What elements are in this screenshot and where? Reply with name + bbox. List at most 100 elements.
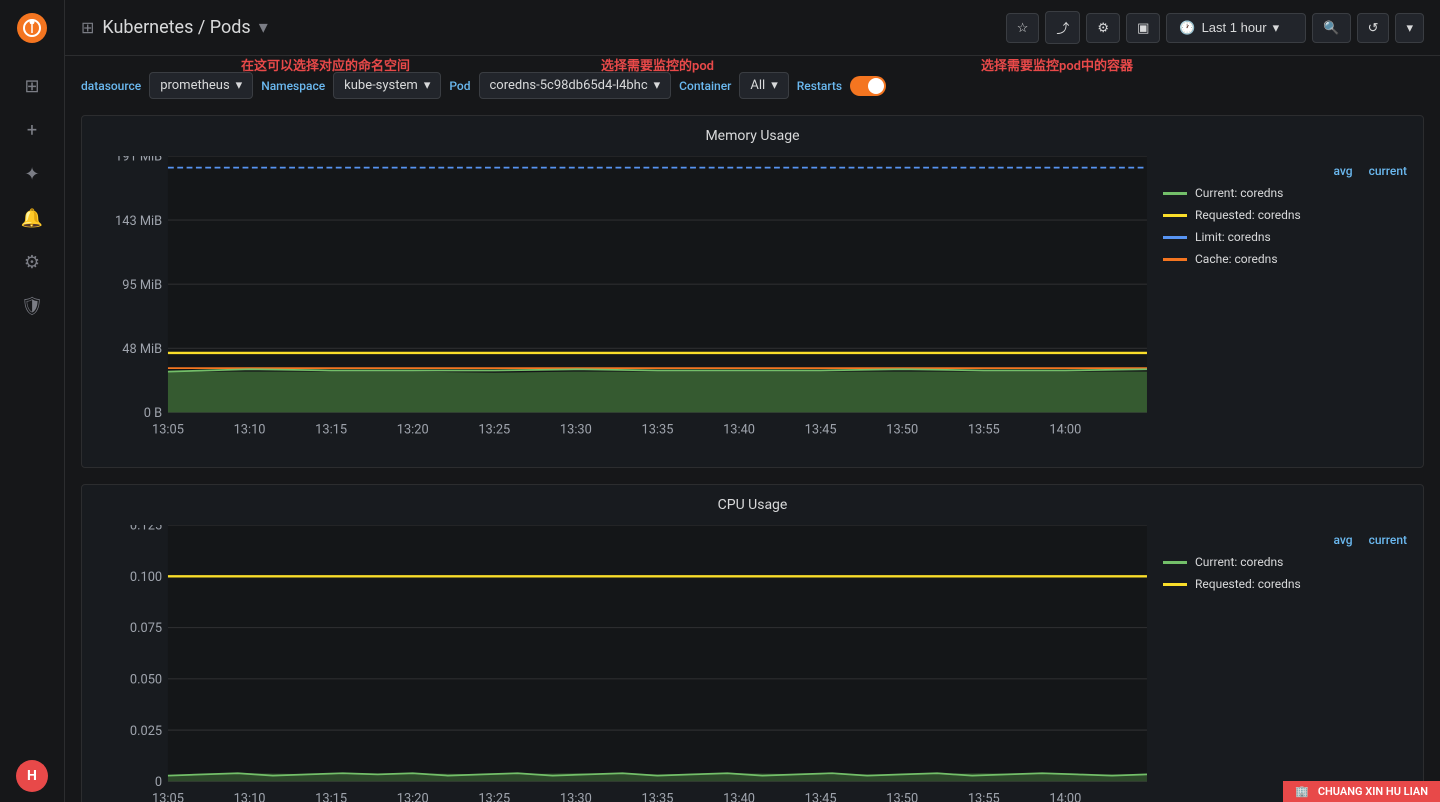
watermark-logo: 🏢 [1295, 785, 1309, 798]
svg-text:13:35: 13:35 [642, 792, 674, 802]
memory-legend-line-3 [1163, 258, 1187, 261]
sidebar-item-explore[interactable]: ✦ [12, 154, 52, 194]
svg-text:0.025: 0.025 [130, 724, 162, 739]
memory-avg-header: avg [1334, 164, 1353, 178]
settings-button[interactable]: ⚙ [1086, 13, 1120, 43]
sidebar: ⊞ + ✦ 🔔 ⚙ 🛡 H [0, 0, 65, 802]
cpu-legend-item-0[interactable]: Current: coredns [1163, 555, 1407, 569]
container-label: Container [679, 79, 731, 93]
svg-text:13:45: 13:45 [805, 422, 837, 437]
svg-text:13:10: 13:10 [234, 792, 266, 802]
container-dropdown[interactable]: All ▾ [739, 72, 788, 99]
sidebar-item-add[interactable]: + [12, 110, 52, 150]
restarts-toggle[interactable] [850, 76, 886, 96]
svg-text:13:55: 13:55 [968, 792, 1000, 802]
pod-dropdown[interactable]: coredns-5c98db65d4-l4bhc ▾ [479, 72, 672, 99]
memory-fill-area [168, 372, 1147, 413]
refresh-dropdown-button[interactable]: ▾ [1395, 13, 1424, 43]
cpu-legend-label-1: Requested: coredns [1195, 577, 1301, 591]
svg-text:13:15: 13:15 [315, 422, 347, 437]
svg-text:191 MiB: 191 MiB [115, 156, 162, 165]
svg-text:13:10: 13:10 [234, 422, 266, 437]
sidebar-item-dashboard[interactable]: ⊞ [12, 66, 52, 106]
namespace-value: kube-system [344, 78, 418, 93]
cpu-legend-label-0: Current: coredns [1195, 555, 1283, 569]
svg-text:14:00: 14:00 [1049, 792, 1081, 802]
datasource-value: prometheus [160, 78, 229, 93]
memory-legend-item-3[interactable]: Cache: coredns [1163, 252, 1407, 266]
main-content: datasource prometheus ▾ Namespace kube-s… [65, 56, 1440, 802]
svg-text:13:50: 13:50 [886, 792, 918, 802]
svg-text:0.050: 0.050 [130, 673, 162, 688]
svg-text:13:55: 13:55 [968, 422, 1000, 437]
svg-text:0.125: 0.125 [130, 525, 162, 534]
memory-legend-item-0[interactable]: Current: coredns [1163, 186, 1407, 200]
memory-legend-item-1[interactable]: Requested: coredns [1163, 208, 1407, 222]
memory-legend-item-2[interactable]: Limit: coredns [1163, 230, 1407, 244]
svg-text:13:20: 13:20 [397, 422, 429, 437]
cpu-legend-line-0 [1163, 561, 1187, 564]
refresh-button[interactable]: ↺ [1357, 13, 1390, 43]
svg-text:13:35: 13:35 [642, 422, 674, 437]
zoom-out-button[interactable]: 🔍 [1312, 13, 1350, 43]
cpu-legend-line-1 [1163, 583, 1187, 586]
memory-panel: Memory Usage 191 MiB 143 MiB 95 MiB [81, 115, 1424, 468]
topbar: ⊞ Kubernetes / Pods ▾ ☆ ⤴ ⚙ ▣ 🕐 Last 1 h… [65, 0, 1440, 56]
sidebar-item-user[interactable]: H [16, 760, 48, 792]
datasource-dropdown-arrow: ▾ [236, 78, 243, 93]
time-dropdown-icon: ▾ [1273, 20, 1280, 36]
watermark: 🏢 CHUANG XIN HU LIAN [1283, 781, 1440, 802]
svg-text:0.075: 0.075 [130, 622, 162, 637]
namespace-label: Namespace [261, 79, 325, 93]
svg-text:14:00: 14:00 [1049, 422, 1081, 437]
view-button[interactable]: ▣ [1126, 13, 1160, 43]
memory-legend-label-2: Limit: coredns [1195, 230, 1271, 244]
filter-bar: datasource prometheus ▾ Namespace kube-s… [81, 72, 1424, 99]
cpu-chart-svg: 0.125 0.100 0.075 0.050 0.025 0 13:05 1 [98, 525, 1147, 802]
cpu-legend-header: avg current [1163, 533, 1407, 547]
memory-chart-svg: 191 MiB 143 MiB 95 MiB 48 MiB 0 B [98, 156, 1147, 447]
grafana-logo[interactable] [12, 8, 52, 48]
star-button[interactable]: ☆ [1006, 13, 1040, 43]
svg-text:13:40: 13:40 [723, 422, 755, 437]
svg-text:13:20: 13:20 [397, 792, 429, 802]
datasource-label: datasource [81, 79, 141, 93]
share-button[interactable]: ⤴ [1045, 11, 1080, 44]
memory-legend-line-1 [1163, 214, 1187, 217]
pod-dropdown-arrow: ▾ [654, 78, 661, 93]
svg-text:13:05: 13:05 [152, 422, 184, 437]
svg-text:13:25: 13:25 [478, 792, 510, 802]
memory-legend-label-1: Requested: coredns [1195, 208, 1301, 222]
memory-legend-line-2 [1163, 236, 1187, 239]
toggle-knob [868, 78, 884, 94]
datasource-dropdown[interactable]: prometheus ▾ [149, 72, 253, 99]
namespace-dropdown-arrow: ▾ [424, 78, 431, 93]
svg-text:13:30: 13:30 [560, 422, 592, 437]
memory-panel-title: Memory Usage [82, 116, 1423, 148]
cpu-chart-container: 0.125 0.100 0.075 0.050 0.025 0 13:05 1 [82, 517, 1423, 802]
namespace-dropdown[interactable]: kube-system ▾ [333, 72, 441, 99]
grid-icon: ⊞ [81, 18, 94, 37]
svg-text:13:15: 13:15 [315, 792, 347, 802]
sidebar-item-shield[interactable]: 🛡 [12, 286, 52, 326]
cpu-legend-item-1[interactable]: Requested: coredns [1163, 577, 1407, 591]
cpu-chart-area: 0.125 0.100 0.075 0.050 0.025 0 13:05 1 [98, 525, 1147, 802]
svg-text:0 B: 0 B [144, 406, 162, 421]
memory-current-header: current [1369, 164, 1407, 178]
memory-legend: avg current Current: coredns Requested: … [1147, 156, 1407, 451]
breadcrumb-dropdown-icon[interactable]: ▾ [259, 17, 268, 38]
memory-legend-line-0 [1163, 192, 1187, 195]
memory-legend-header: avg current [1163, 164, 1407, 178]
svg-text:95 MiB: 95 MiB [122, 278, 162, 293]
svg-text:48 MiB: 48 MiB [122, 342, 162, 357]
svg-text:13:05: 13:05 [152, 792, 184, 802]
container-dropdown-arrow: ▾ [771, 78, 778, 93]
svg-text:13:50: 13:50 [886, 422, 918, 437]
svg-text:13:25: 13:25 [478, 422, 510, 437]
svg-text:0: 0 [155, 775, 162, 790]
time-range-button[interactable]: 🕐 Last 1 hour ▾ [1166, 13, 1306, 43]
sidebar-item-settings[interactable]: ⚙ [12, 242, 52, 282]
svg-text:13:40: 13:40 [723, 792, 755, 802]
breadcrumb-text: Kubernetes / Pods [102, 17, 250, 38]
sidebar-item-alerting[interactable]: 🔔 [12, 198, 52, 238]
